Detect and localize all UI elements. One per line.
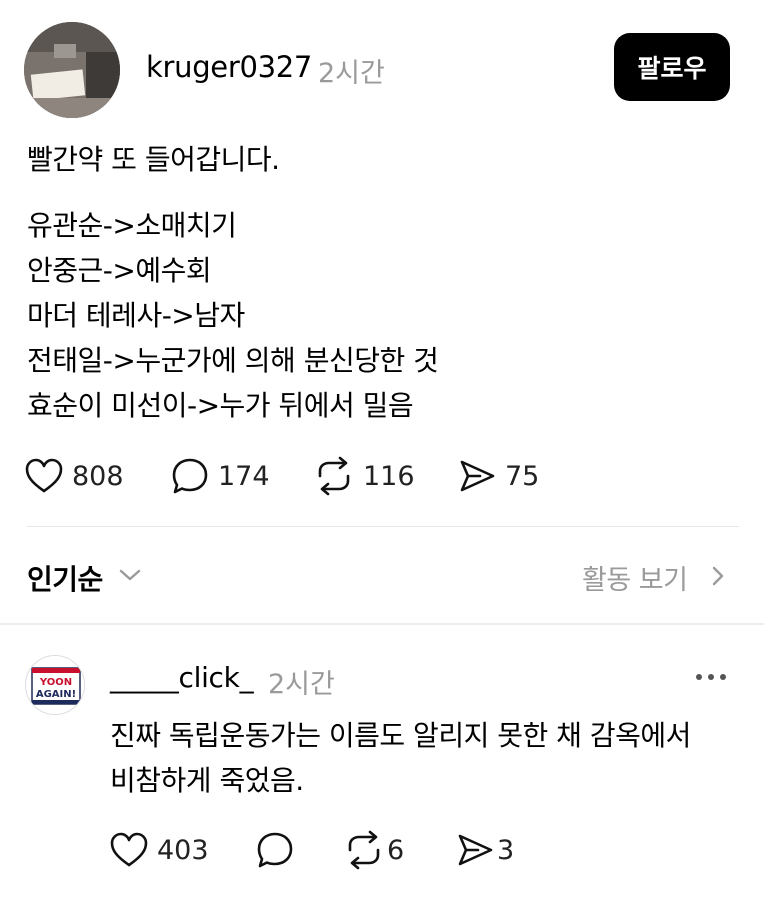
comment-icon	[257, 832, 293, 868]
repost-icon	[348, 830, 380, 870]
share-count: 75	[505, 460, 540, 492]
comment-like-count: 403	[157, 834, 209, 866]
post-author-avatar[interactable]	[24, 22, 120, 118]
post-body-line: 안중근->예수회	[27, 254, 212, 287]
avatar-photo	[24, 22, 120, 118]
post-body-line: 효순이 미선이->누가 뒤에서 밀음	[27, 389, 414, 422]
comment-username[interactable]: _____click_	[110, 661, 254, 694]
post-body-line: 마더 테레사->남자	[27, 299, 245, 332]
post-body-line: 전태일->누군가에 의해 분신당한 것	[27, 344, 439, 377]
comment-share-button[interactable]: 3	[456, 828, 514, 872]
post-body-line: 빨간약 또 들어갑니다.	[27, 143, 280, 176]
avatar-image: YOON AGAIN!	[26, 656, 84, 714]
share-button[interactable]: 75	[458, 454, 539, 498]
like-button[interactable]: 808	[25, 454, 124, 498]
repost-button[interactable]: 116	[314, 454, 415, 498]
post-body-line: 유관순->소매치기	[27, 209, 237, 242]
more-icon[interactable]	[694, 672, 728, 682]
chevron-down-icon[interactable]	[117, 566, 143, 584]
repost-icon	[318, 456, 350, 496]
comment-body-line: 진짜 독립운동가는 이름도 알리지 못한 채 감옥에서	[110, 719, 691, 752]
comment-share-count: 3	[497, 834, 515, 866]
comment-body-line: 비참하게 죽었음.	[110, 764, 304, 797]
post-timestamp: 2시간	[318, 58, 385, 89]
like-count: 808	[72, 460, 124, 492]
svg-text:AGAIN!: AGAIN!	[36, 689, 76, 700]
repost-count: 116	[363, 460, 415, 492]
heart-icon	[110, 832, 148, 867]
divider	[27, 526, 739, 527]
comment-reply-button[interactable]	[256, 828, 294, 872]
view-activity-link[interactable]: 활동 보기	[582, 558, 688, 597]
heart-icon	[25, 458, 63, 493]
share-icon	[460, 460, 495, 492]
comment-icon	[172, 458, 208, 494]
divider	[0, 623, 764, 625]
comment-repost-count: 6	[387, 834, 405, 866]
comment-button[interactable]: 174	[171, 454, 270, 498]
comment-author-avatar[interactable]: YOON AGAIN!	[25, 655, 85, 715]
comment-like-button[interactable]: 403	[110, 828, 209, 872]
comment-timestamp: 2시간	[268, 669, 335, 700]
comment-count: 174	[218, 460, 270, 492]
post-username[interactable]: kruger0327	[146, 50, 312, 84]
comment-repost-button[interactable]: 6	[344, 828, 404, 872]
sort-dropdown[interactable]: 인기순	[27, 558, 103, 598]
svg-text:YOON: YOON	[39, 677, 72, 688]
share-icon	[458, 834, 493, 866]
chevron-right-icon[interactable]	[710, 564, 726, 588]
follow-button[interactable]: 팔로우	[614, 33, 730, 101]
